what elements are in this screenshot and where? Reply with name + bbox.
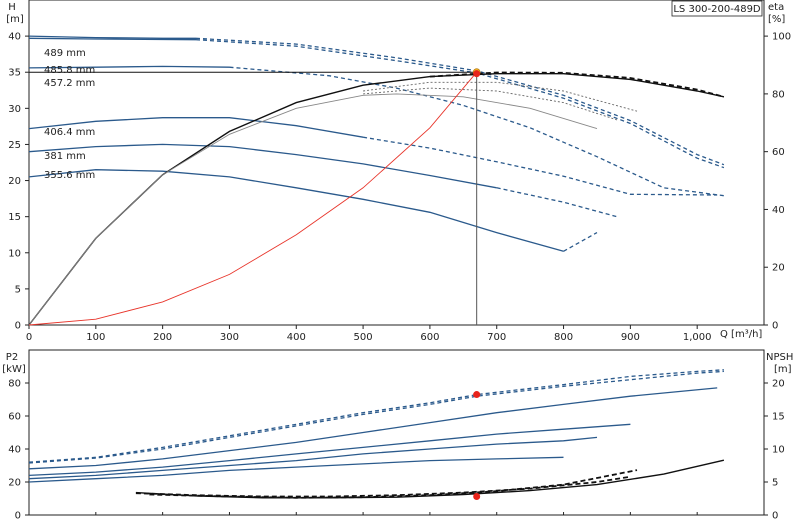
efficiency-duty-marker	[473, 70, 481, 78]
p2-tick-label: 80	[8, 379, 21, 390]
head-axis-unit: [m]	[6, 14, 24, 25]
x-tick-label: 200	[153, 332, 172, 343]
npsh-tick-label: 10	[772, 445, 785, 456]
x-axis-label: Q [m³/h]	[720, 329, 762, 340]
p2-tick-label: 40	[8, 445, 21, 456]
eta-axis-unit: [%]	[768, 14, 785, 25]
diameter-label: 489 mm	[44, 48, 86, 59]
head-plot-frame	[28, 0, 765, 326]
head-tick-label: 40	[8, 32, 21, 43]
head-tick-label: 0	[15, 321, 21, 332]
head-tick-label: 10	[8, 248, 21, 259]
x-tick-label: 1,000	[683, 332, 712, 343]
head-tick-label: 20	[8, 176, 21, 187]
p2-tick-label: 60	[8, 412, 21, 423]
npsh-duty-marker	[473, 493, 481, 501]
eta-tick-label: 40	[772, 205, 785, 216]
eta-tick-label: 100	[772, 32, 791, 43]
diameter-label: 355.6 mm	[44, 170, 95, 181]
x-tick-label: 600	[420, 332, 439, 343]
head-tick-label: 35	[8, 68, 21, 79]
head-tick-label: 15	[8, 212, 21, 223]
model-label: LS 300-200-489D	[673, 4, 761, 15]
npsh-tick-label: 0	[772, 511, 778, 520]
eta-axis-label: eta	[768, 2, 784, 13]
x-tick-label: 0	[26, 332, 32, 343]
eta-tick-label: 0	[772, 321, 778, 332]
power-duty-marker	[473, 391, 481, 399]
head-panel: 0 100 200 300 400 500 600 700 800 900 1,0000510152…	[6, 0, 791, 343]
eta-tick-label: 20	[772, 263, 785, 274]
p2-axis-label: P2	[6, 352, 18, 363]
x-tick-label: 400	[287, 332, 306, 343]
head-tick-label: 25	[8, 140, 21, 151]
eta-tick-label: 80	[772, 89, 785, 100]
eta-tick-label: 60	[772, 147, 785, 158]
p2-tick-label: 0	[15, 511, 21, 520]
x-tick-label: 800	[554, 332, 573, 343]
p2-tick-label: 20	[8, 478, 21, 489]
x-tick-label: 900	[621, 332, 640, 343]
npsh-tick-label: 15	[772, 412, 785, 423]
power-npsh-panel: 0 20 40 60 80 0 5 10 15 20 P2 [kW] NPSH [m]	[2, 349, 793, 520]
npsh-axis-unit: [m]	[774, 364, 792, 375]
diameter-label: 457.2 mm	[44, 78, 95, 89]
diameter-label: 485.8 mm	[44, 65, 95, 76]
x-tick-label: 500	[354, 332, 373, 343]
x-tick-label: 300	[220, 332, 239, 343]
npsh-axis-label: NPSH	[766, 352, 793, 363]
x-tick-label: 100	[86, 332, 105, 343]
head-axis-label: H	[8, 2, 16, 13]
npsh-tick-label: 20	[772, 379, 785, 390]
p2-axis-unit: [kW]	[2, 364, 26, 375]
npsh-tick-label: 5	[772, 478, 778, 489]
pump-performance-chart: 0 100 200 300 400 500 600 700 800 900 1,0000510152…	[2, 0, 793, 520]
diameter-label: 406.4 mm	[44, 127, 95, 138]
diameter-label: 381 mm	[44, 151, 86, 162]
x-tick-label: 700	[487, 332, 506, 343]
head-tick-label: 30	[8, 104, 21, 115]
head-tick-label: 5	[15, 284, 21, 295]
